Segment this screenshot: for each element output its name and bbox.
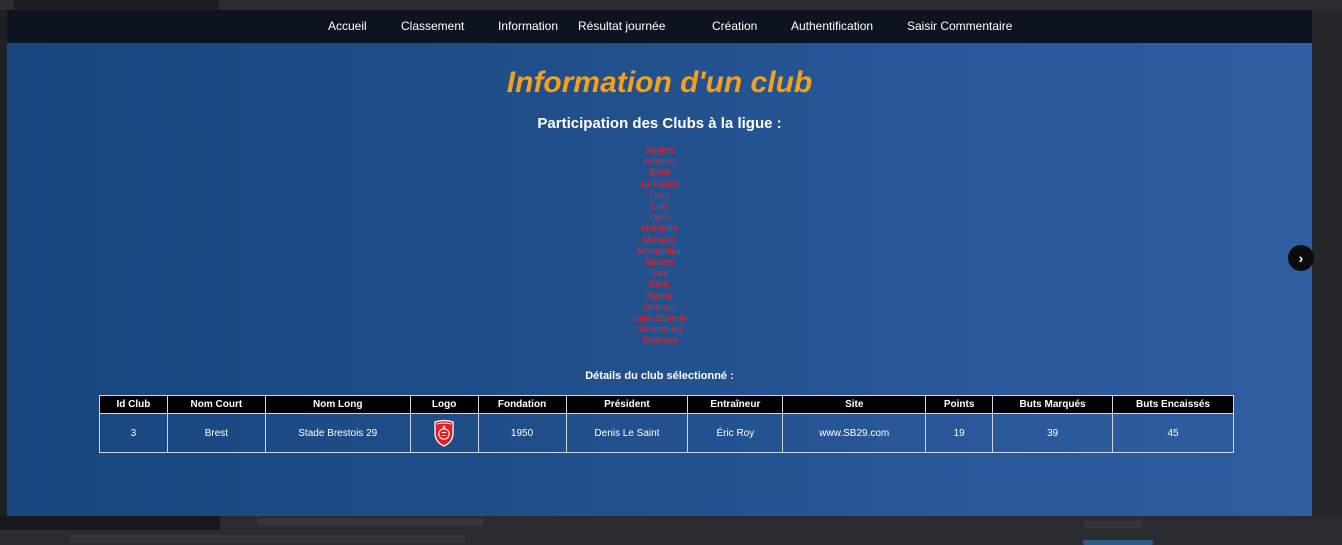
club-link-reims[interactable]: Reims bbox=[7, 291, 1312, 302]
nav-authentification[interactable]: Authentification bbox=[791, 19, 873, 33]
cell-nom-court: Brest bbox=[166, 413, 266, 453]
club-details-title: Détails du club sélectionné : bbox=[585, 370, 734, 382]
clubs-section-title: Participation des Clubs à la ligue : bbox=[537, 115, 782, 132]
nav-classement[interactable]: Classement bbox=[401, 19, 464, 33]
nav-creation[interactable]: Création bbox=[712, 19, 757, 33]
club-link-nice[interactable]: Nice bbox=[7, 268, 1312, 279]
cell-fondation: 1950 bbox=[477, 413, 567, 453]
table-row: 3 Brest Stade Brestois 29 1950 Denis Le … bbox=[99, 413, 1234, 453]
club-details-table: Id Club Nom Court Nom Long Logo Fondatio… bbox=[99, 395, 1234, 453]
chevron-right-icon: › bbox=[1298, 250, 1304, 266]
header-nom-court: Nom Court bbox=[166, 395, 266, 414]
header-id-club: Id Club bbox=[99, 395, 168, 414]
cell-buts-marques: 39 bbox=[992, 413, 1113, 453]
club-link-le-havre[interactable]: Le Havre bbox=[7, 179, 1312, 190]
header-logo: Logo bbox=[409, 395, 479, 414]
club-link-brest[interactable]: Brest bbox=[7, 167, 1312, 178]
brest-crest-icon bbox=[434, 419, 454, 447]
cell-entraineur: Éric Roy bbox=[687, 413, 784, 453]
header-president: Président bbox=[565, 395, 689, 414]
cell-points: 19 bbox=[925, 413, 994, 453]
cell-site[interactable]: www.SB29.com bbox=[782, 413, 927, 453]
top-navbar: Accueil Classement Information Résultat … bbox=[7, 10, 1312, 43]
background-page-right bbox=[1312, 10, 1342, 516]
page-title: Information d'un club bbox=[506, 66, 813, 99]
header-nom-long: Nom Long bbox=[264, 395, 411, 414]
background-page-left bbox=[0, 10, 7, 516]
nav-resultat-journee[interactable]: Résultat journée bbox=[578, 19, 665, 33]
header-fondation: Fondation bbox=[477, 395, 567, 414]
club-info-panel: Accueil Classement Information Résultat … bbox=[7, 10, 1312, 516]
table-header-row: Id Club Nom Court Nom Long Logo Fondatio… bbox=[99, 395, 1234, 414]
club-link-rennes[interactable]: Rennes bbox=[7, 302, 1312, 313]
club-link-saint-etienne[interactable]: Saint-Etienne bbox=[7, 313, 1312, 324]
cell-id-club: 3 bbox=[99, 413, 168, 453]
header-buts-marques: Buts Marqués bbox=[992, 395, 1113, 414]
club-link-angers[interactable]: Angers bbox=[7, 145, 1312, 156]
club-link-marseille[interactable]: Marseille bbox=[7, 223, 1312, 234]
club-link-strasbourg[interactable]: Strasbourg bbox=[7, 324, 1312, 335]
header-buts-encaisses: Buts Encaissés bbox=[1112, 395, 1234, 414]
club-link-montpellier[interactable]: Montpellier bbox=[7, 246, 1312, 257]
club-list: Angers Auxerre Brest Le Havre Lens Lille… bbox=[7, 145, 1312, 347]
header-entraineur: Entraîneur bbox=[687, 395, 784, 414]
cell-nom-long: Stade Brestois 29 bbox=[264, 413, 411, 453]
club-link-auxerre[interactable]: Auxerre bbox=[7, 156, 1312, 167]
nav-accueil[interactable]: Accueil bbox=[328, 19, 367, 33]
cell-president: Denis Le Saint bbox=[565, 413, 689, 453]
screen: Accueil Classement Information Résultat … bbox=[0, 0, 1342, 545]
background-page-bottom bbox=[0, 516, 1342, 545]
club-link-lyon[interactable]: Lyon bbox=[7, 212, 1312, 223]
header-points: Points bbox=[925, 395, 994, 414]
cell-buts-encaisses: 45 bbox=[1112, 413, 1234, 453]
club-link-toulouse[interactable]: Toulouse bbox=[7, 335, 1312, 346]
club-link-paris[interactable]: Paris bbox=[7, 279, 1312, 290]
club-link-lens[interactable]: Lens bbox=[7, 190, 1312, 201]
club-link-monaco[interactable]: Monaco bbox=[7, 235, 1312, 246]
cell-logo bbox=[409, 413, 479, 453]
next-slide-button[interactable]: › bbox=[1288, 245, 1314, 271]
nav-saisir-commentaire[interactable]: Saisir Commentaire bbox=[907, 19, 1012, 33]
header-site: Site bbox=[782, 395, 927, 414]
club-link-nantes[interactable]: Nantes bbox=[7, 257, 1312, 268]
nav-information[interactable]: Information bbox=[498, 19, 558, 33]
background-page-top bbox=[0, 0, 1342, 10]
club-link-lille[interactable]: Lille bbox=[7, 201, 1312, 212]
